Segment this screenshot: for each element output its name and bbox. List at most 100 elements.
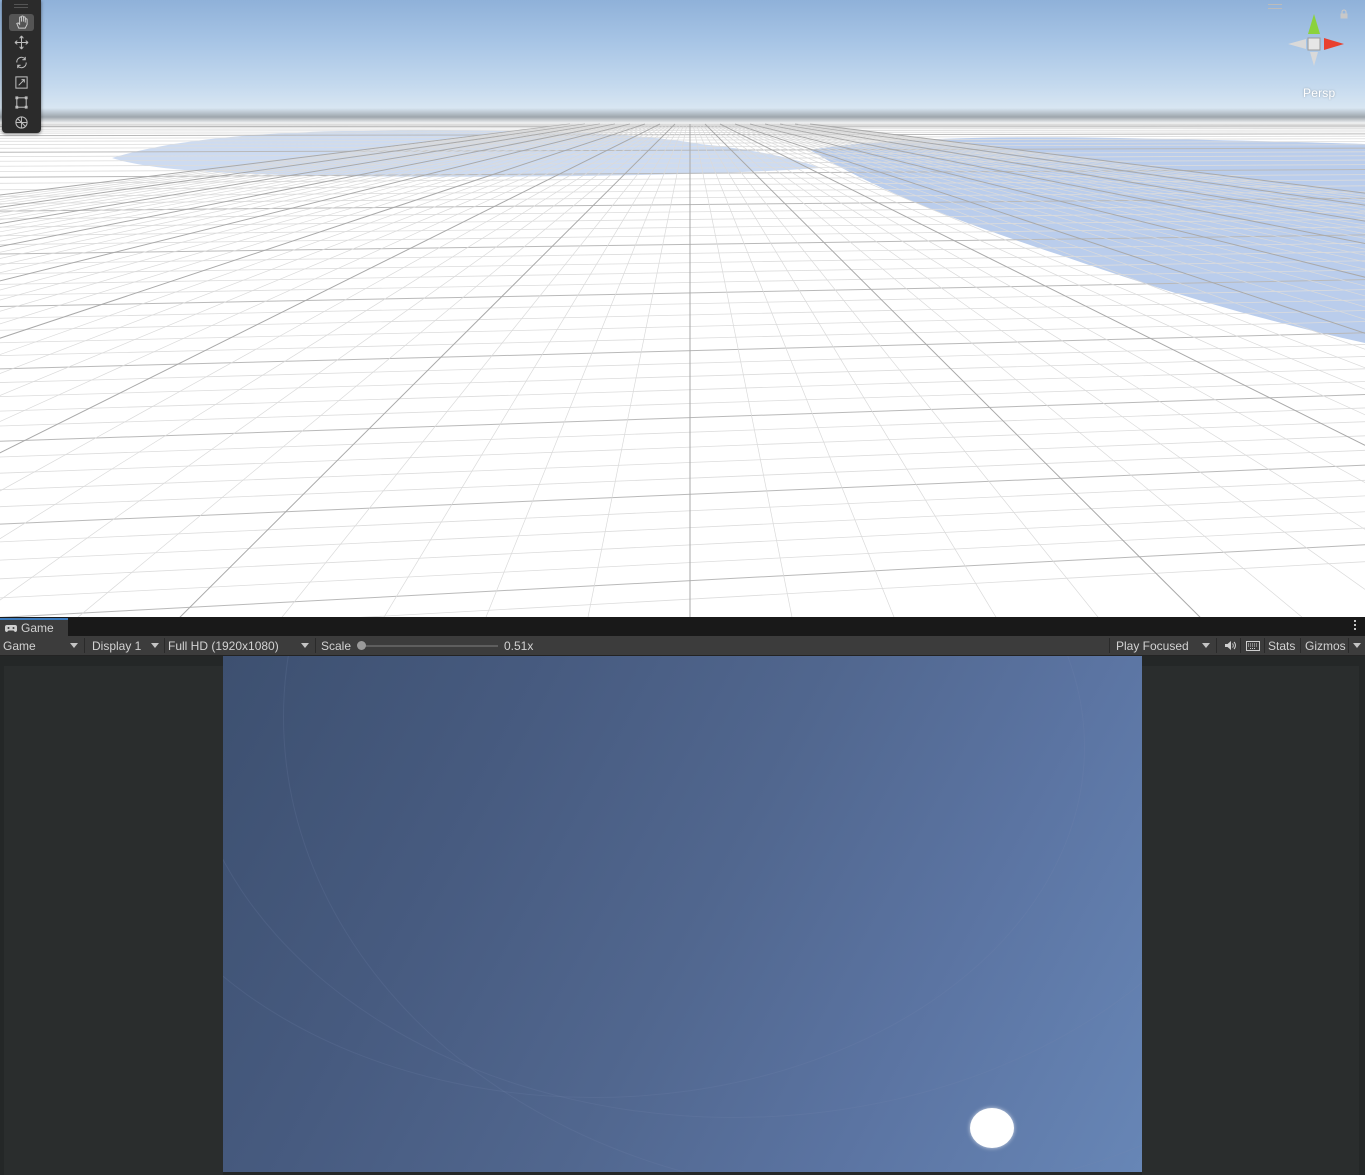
tab-game[interactable]: Game [0,618,68,636]
grid-line [0,123,658,422]
grid-line [0,381,1365,427]
shortcuts-button[interactable] [1242,636,1264,655]
grid-line [0,135,1365,139]
transform-icon [15,116,28,129]
resolution-dropdown[interactable]: Full HD (1920x1080) [165,636,315,655]
grid-line [0,407,1365,458]
grid-line [0,527,1365,599]
grid-line [0,123,586,208]
grid-line [0,123,622,259]
grid-line [0,123,643,325]
scale-value-text: 0.51x [504,638,534,653]
display-label: Display 1 [92,638,142,653]
scale-tool-button[interactable] [9,74,34,91]
gizmo-axis-neg-y-cone[interactable] [1310,52,1318,66]
game-panel: Game Game Display 1 Full HD (1920x1080) … [0,617,1365,1175]
hand-tool-button[interactable] [9,14,34,31]
play-mode-dropdown[interactable]: Play Focused [1113,636,1216,655]
speaker-icon [1224,641,1236,650]
grid-line [0,495,1365,561]
grid-line [0,123,637,301]
toolbar-divider [84,638,85,653]
grid-line [0,123,574,198]
grid-line [0,123,610,237]
view-mode-label: Game [3,638,36,653]
grid-line [0,133,1365,137]
grid-line [0,421,1365,474]
grid-line [0,123,577,200]
toolbar-divider [1240,638,1241,653]
grid-line [0,279,1365,308]
rect-transform-icon [15,96,28,109]
game-render-view[interactable] [223,656,1142,1172]
chevron-down-icon [1353,643,1361,648]
grid-line [0,123,619,253]
grid-line [0,123,652,374]
tool-palette-grip[interactable] [14,4,28,8]
keyboard-icon [1246,640,1260,651]
chevron-down-icon [151,643,159,648]
gizmos-label: Gizmos [1305,638,1346,653]
game-viewport-area [0,656,1365,1175]
panel-menu-kebab-icon[interactable] [1353,620,1357,633]
display-dropdown[interactable]: Display 1 [89,636,165,655]
tab-game-label: Game [21,621,54,635]
gizmos-button[interactable]: Gizmos [1302,636,1348,655]
grid-line [0,123,613,242]
grid-line [0,123,649,355]
grid-line [0,123,583,205]
scale-slider-track[interactable] [361,645,498,647]
hand-icon [16,15,28,29]
gizmos-dropdown[interactable] [1349,636,1365,655]
tab-strip: Game [0,617,1365,636]
gizmo-axis-x-cone[interactable] [1324,38,1344,50]
grid-line [0,123,616,248]
toolbar-divider [1109,638,1110,653]
rect-tool-button[interactable] [9,94,34,111]
grid-line [0,123,589,211]
scale-label-text: Scale [321,638,352,653]
letterbox-left [4,666,223,1175]
grid-line [0,368,1365,412]
game-toolbar: Game Display 1 Full HD (1920x1080) Scale… [0,636,1365,656]
scene-ground-grid [0,123,1365,617]
water-ripple [283,656,1142,1172]
grid-line [0,123,655,396]
mute-audio-button[interactable] [1219,636,1241,655]
play-mode-label: Play Focused [1116,638,1189,653]
chevron-down-icon [70,643,78,648]
view-mode-dropdown[interactable]: Game [0,636,84,655]
grid-line [360,561,1365,617]
rotate-icon [16,56,27,69]
scene-view[interactable]: Persp [0,0,1365,617]
grid-line [0,123,640,312]
chevron-down-icon [1202,643,1210,648]
move-arrows-icon [14,35,29,50]
grid-line [692,123,793,617]
tool-palette [2,0,41,133]
grid-line [0,123,601,225]
stats-button[interactable]: Stats [1265,636,1301,655]
letterbox-right [1142,666,1359,1175]
move-tool-button[interactable] [9,34,34,51]
resolution-label: Full HD (1920x1080) [168,638,279,653]
toolbar-divider [1300,638,1301,653]
grid-line [0,449,1365,508]
grid-line [0,479,1365,543]
scale-icon [15,76,28,89]
grid-line [0,464,1365,525]
gizmo-axis-y-cone[interactable] [1308,14,1320,34]
rotate-tool-button[interactable] [9,54,34,71]
scale-label: Scale [318,636,358,655]
transform-tool-button[interactable] [9,114,34,131]
grid-line [0,544,1365,617]
sun-disc [970,1108,1014,1148]
grid-line [0,129,1365,132]
grid-line [0,123,607,233]
camera-mode-label[interactable]: Persp [1303,86,1335,100]
scale-slider-thumb[interactable] [357,641,366,650]
toolbar-divider [315,638,316,653]
gizmo-center-cube[interactable] [1307,37,1321,51]
gizmo-axis-neg-x-cone[interactable] [1288,39,1306,49]
grid-line [0,131,1365,134]
